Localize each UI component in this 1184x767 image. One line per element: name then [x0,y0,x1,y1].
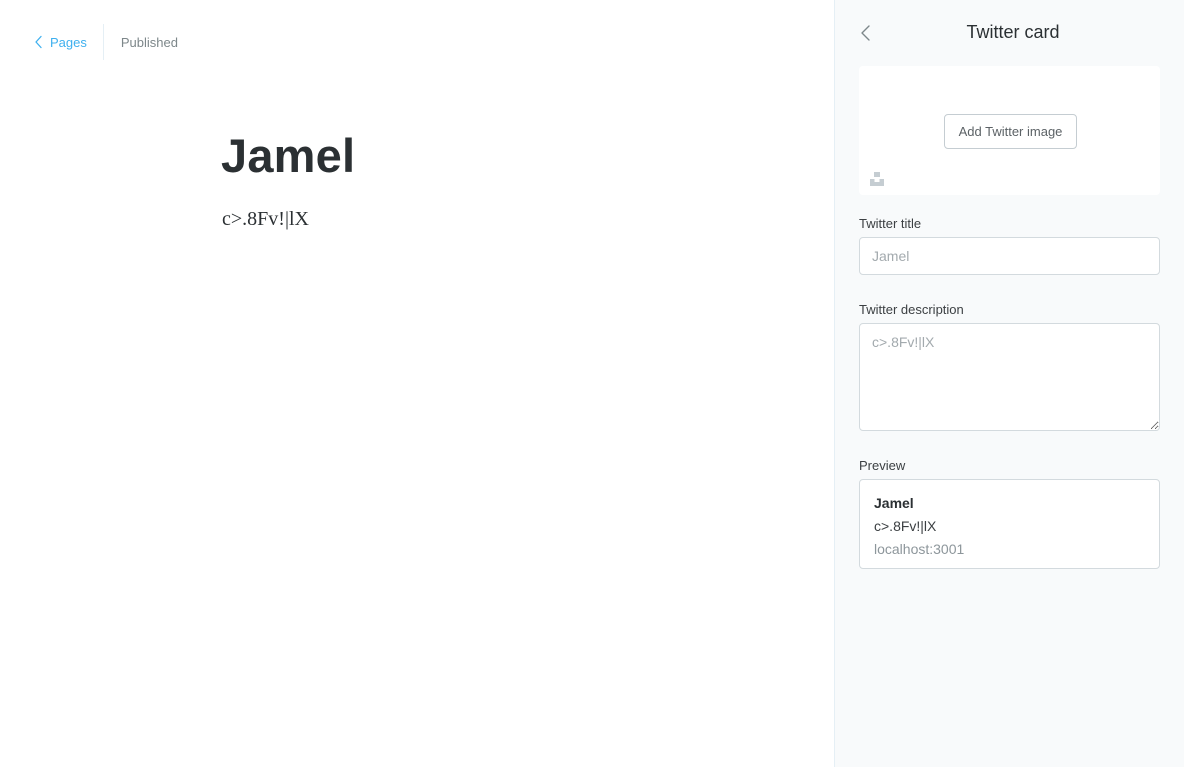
panel-header: Twitter card [835,16,1184,50]
twitter-description-input[interactable] [859,323,1160,431]
back-to-pages-link[interactable]: Pages [34,24,104,60]
twitter-card-panel: Twitter card Add Twitter image Twitter t… [834,0,1184,767]
twitter-title-input[interactable] [859,237,1160,275]
editor-topbar: Pages Published [34,24,178,60]
preview-description: c>.8Fv!|lX [874,518,937,534]
chevron-left-icon [35,35,42,49]
twitter-title-label: Twitter title [859,216,922,231]
twitter-preview-card: Jamel c>.8Fv!|lX localhost:3001 [859,479,1160,569]
editor-area: Pages Published Jamel c>.8Fv!|lX [0,0,834,767]
post-title[interactable]: Jamel [221,128,355,183]
preview-url: localhost:3001 [874,541,965,557]
app-root: Pages Published Jamel c>.8Fv!|lX Twitter… [0,0,1184,767]
twitter-image-dropzone[interactable]: Add Twitter image [859,66,1160,195]
preview-title: Jamel [874,495,914,511]
unsplash-icon[interactable] [870,172,884,186]
post-status: Published [120,34,178,50]
post-body[interactable]: c>.8Fv!|lX [222,208,309,231]
back-link-label: Pages [50,34,87,50]
preview-label: Preview [859,458,906,473]
add-twitter-image-button[interactable]: Add Twitter image [944,114,1077,149]
twitter-description-label: Twitter description [859,302,964,317]
panel-title: Twitter card [966,22,1060,42]
